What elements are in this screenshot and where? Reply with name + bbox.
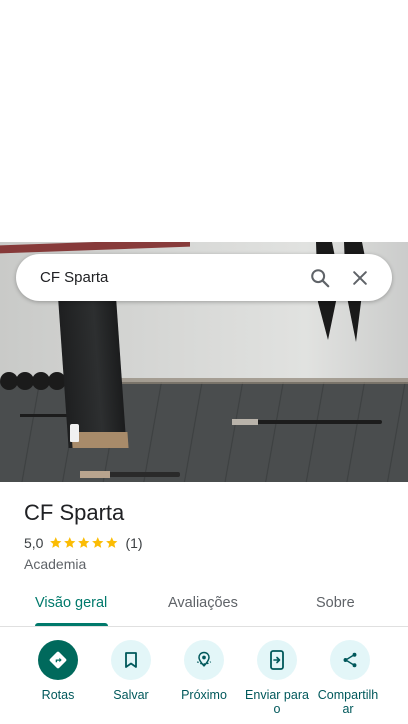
share-icon [330, 640, 370, 680]
share-button[interactable]: Compartilhar [311, 640, 389, 716]
place-category: Academia [24, 556, 87, 572]
place-title: CF Sparta [24, 500, 125, 525]
star-icon [78, 537, 90, 549]
tab-active-indicator [35, 623, 108, 626]
star-icon [64, 537, 76, 549]
photo-bottle [70, 424, 79, 442]
directions-label: Rotas [41, 688, 75, 702]
star-icon [106, 537, 118, 549]
rating-value: 5,0 [24, 535, 44, 551]
rating-row[interactable]: 5,0 (1) [24, 535, 143, 551]
tab-about[interactable]: Sobre [316, 595, 355, 611]
tab-bar: Visão geral Avaliações Sobre [0, 583, 408, 627]
photo-barbell [80, 471, 180, 478]
share-label: Compartilhar [317, 688, 379, 716]
photo-baseboard [110, 378, 408, 384]
nearby-icon [184, 640, 224, 680]
save-button[interactable]: Salvar [92, 640, 170, 702]
action-row: Rotas Salvar Próximo Enviar para o Compa… [0, 640, 408, 724]
review-count[interactable]: (1) [125, 535, 142, 551]
save-label: Salvar [113, 688, 149, 702]
search-icon[interactable] [300, 258, 340, 298]
close-icon[interactable] [340, 258, 380, 298]
star-icon [92, 537, 104, 549]
nearby-label: Próximo [181, 688, 227, 702]
search-input[interactable]: CF Sparta [40, 269, 300, 286]
star-icon [50, 537, 62, 549]
tab-reviews[interactable]: Avaliações [168, 595, 238, 611]
send-to-phone-button[interactable]: Enviar para o [238, 640, 316, 716]
send-to-phone-icon [257, 640, 297, 680]
photo-barbell [232, 419, 382, 425]
tab-overview[interactable]: Visão geral [35, 595, 107, 611]
bookmark-icon [111, 640, 151, 680]
photo-floor [0, 382, 408, 482]
send-to-phone-label: Enviar para o [245, 688, 309, 716]
directions-button[interactable]: Rotas [19, 640, 97, 702]
photo-medicine-balls [0, 372, 72, 394]
nearby-button[interactable]: Próximo [165, 640, 243, 702]
search-bar[interactable]: CF Sparta [16, 254, 392, 301]
photo-pillar-base [71, 432, 129, 448]
star-rating [49, 536, 119, 550]
directions-icon [38, 640, 78, 680]
